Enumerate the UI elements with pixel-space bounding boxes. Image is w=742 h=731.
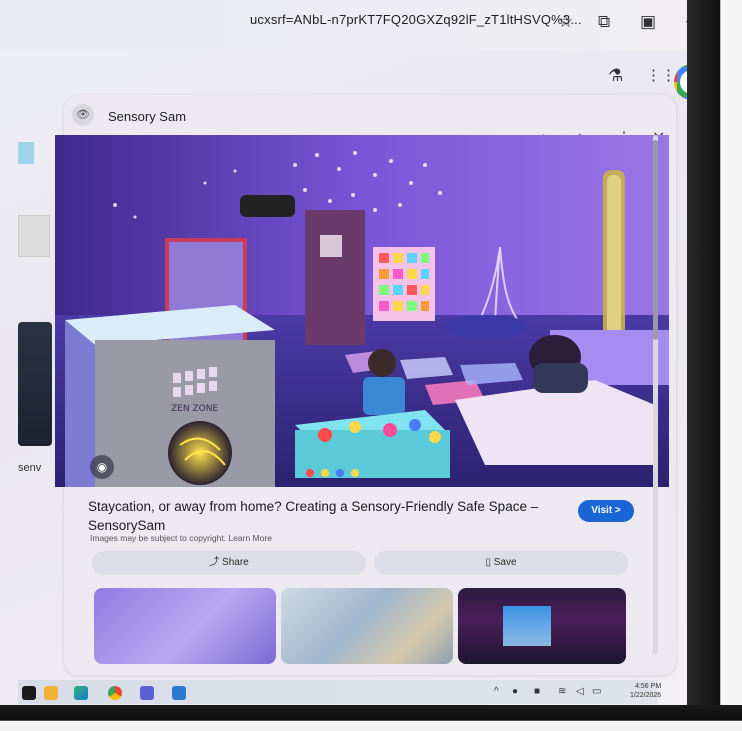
system-clock[interactable]: 4:56 PM 1/22/2026 [630, 682, 661, 700]
share-button[interactable]: ⤴ Share [92, 551, 366, 575]
google-header [0, 55, 700, 100]
lens-search-icon[interactable]: ◉ [90, 455, 114, 479]
tray-icon[interactable]: ● [512, 686, 518, 697]
apps-grid-icon[interactable]: ⋮⋮ [646, 66, 676, 84]
clock-date: 1/22/2026 [630, 692, 662, 699]
source-name[interactable]: Sensory Sam [108, 109, 186, 124]
source-favicon-icon: 👁 [72, 104, 94, 126]
extensions-icon[interactable]: ⧉ [598, 12, 610, 32]
chevron-up-icon[interactable]: ^ [494, 686, 499, 697]
copyright-text: Images may be subject to copyright. [90, 533, 227, 543]
save-button[interactable]: ▯ Save [374, 551, 628, 575]
result-label[interactable]: senv [18, 462, 41, 474]
sensory-room-photo: ZEN ZONE [55, 135, 669, 487]
related-image[interactable] [94, 588, 276, 664]
volume-icon[interactable]: ◁ [576, 686, 584, 697]
copyright-notice: Images may be subject to copyright. Lear… [90, 533, 272, 543]
teams-icon[interactable] [140, 686, 154, 700]
outlook-icon[interactable] [172, 686, 186, 700]
labs-flask-icon[interactable]: ⚗ [608, 66, 623, 86]
side-panel-icon[interactable]: ▣ [640, 12, 656, 32]
chrome-icon[interactable] [108, 686, 122, 700]
save-label: Save [493, 557, 517, 568]
result-thumbnail[interactable] [18, 142, 34, 164]
bookmark-star-icon[interactable]: ☆ [558, 12, 573, 32]
related-image[interactable] [281, 588, 453, 664]
bookmark-icon: ▯ [485, 557, 491, 568]
monitor-bezel [687, 0, 742, 731]
tray-icon[interactable]: ■ [534, 686, 540, 697]
zen-zone-sign: ZEN ZONE [171, 404, 218, 414]
share-label: Share [222, 557, 249, 568]
image-title-link[interactable]: Staycation, or away from home? Creating … [88, 497, 558, 535]
share-icon: ⤴ [209, 557, 220, 568]
related-image[interactable] [458, 588, 626, 664]
visit-button[interactable]: Visit > [578, 500, 634, 522]
address-bar[interactable]: ucxsrf=ANbL-n7prKT7FQ20GXZq92lF_zT1ltHSV… [0, 0, 700, 50]
url-text[interactable]: ucxsrf=ANbL-n7prKT7FQ20GXZq92lF_zT1ltHSV… [250, 12, 582, 27]
preview-image[interactable]: ZEN ZONE [55, 135, 669, 487]
learn-more-link[interactable]: Learn More [228, 533, 271, 543]
result-thumbnail[interactable] [18, 322, 52, 446]
file-explorer-icon[interactable] [44, 686, 58, 700]
clock-time: 4:56 PM [635, 683, 662, 690]
search-taskbar-icon[interactable] [22, 686, 36, 700]
scrollbar-thumb[interactable] [653, 140, 658, 340]
screen: ucxsrf=ANbL-n7prKT7FQ20GXZq92lF_zT1ltHSV… [0, 0, 700, 706]
monitor-bezel [0, 705, 742, 731]
result-thumbnail[interactable] [18, 215, 50, 257]
battery-icon[interactable]: ▭ [592, 686, 601, 697]
edge-icon[interactable] [74, 686, 88, 700]
wifi-icon[interactable]: ≋ [558, 686, 566, 697]
